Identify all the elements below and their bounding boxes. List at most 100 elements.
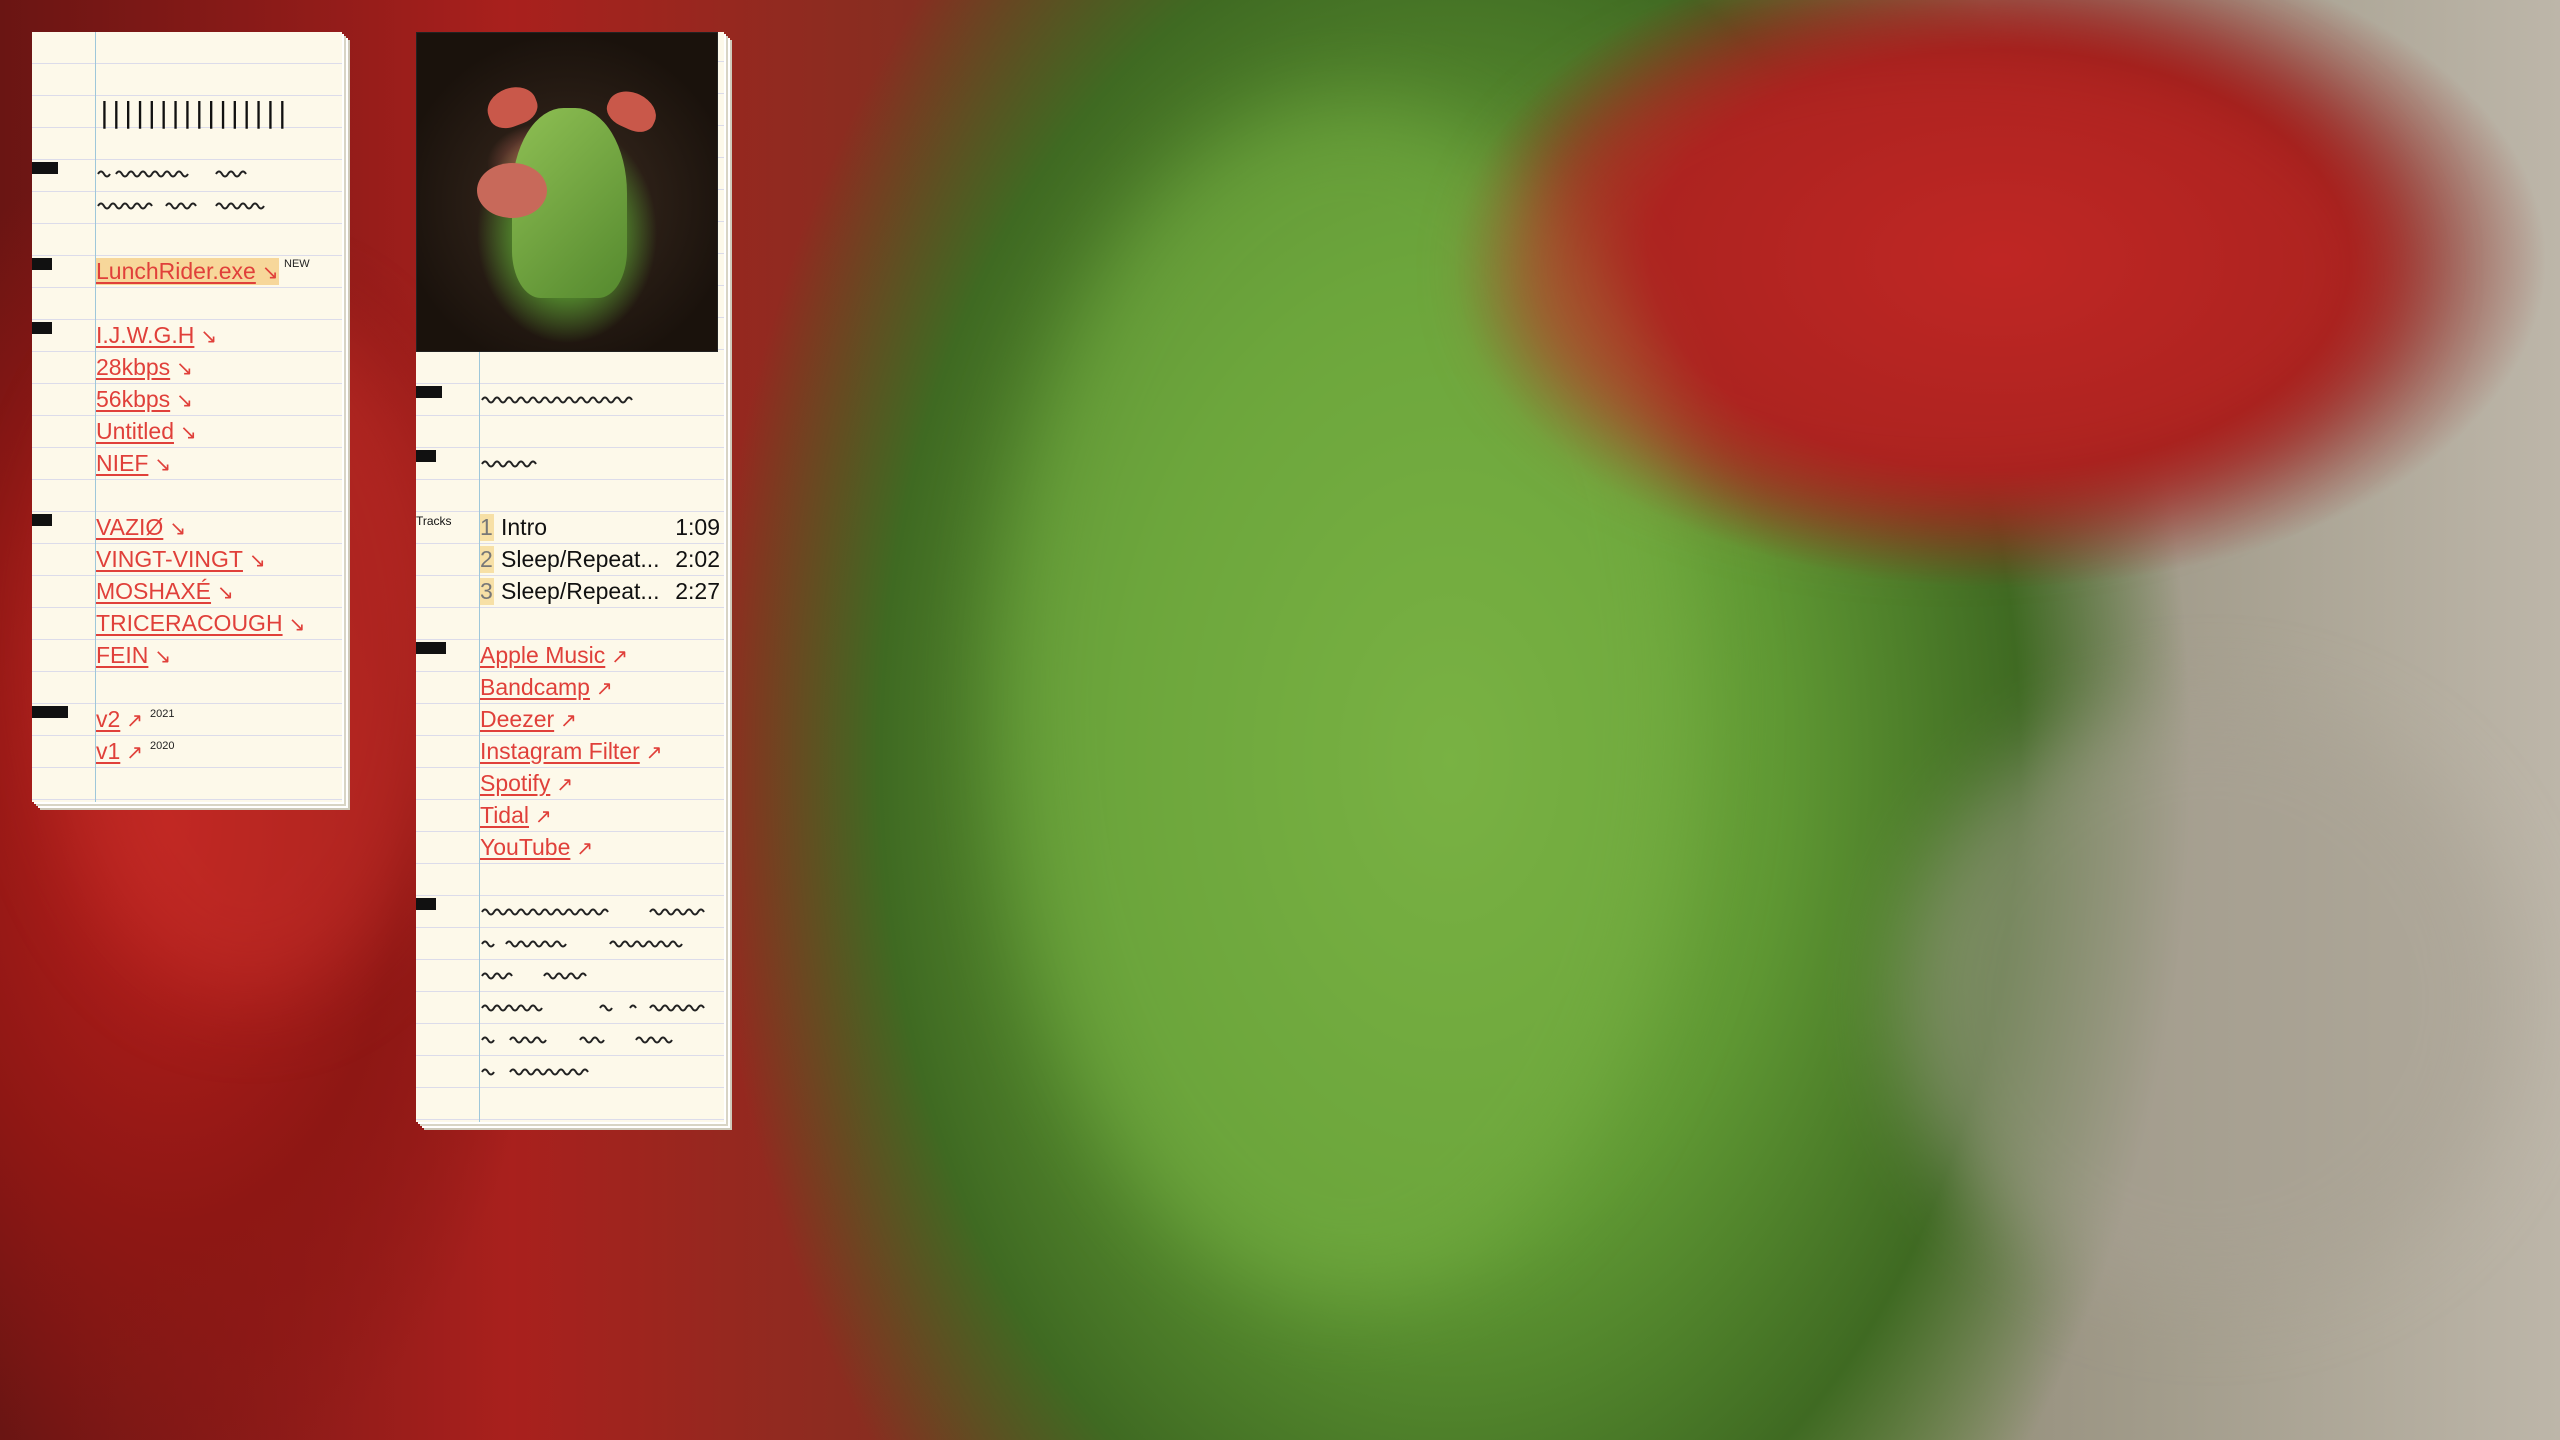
section-marker [416, 898, 436, 910]
link-tidal[interactable]: Tidal ↗ [480, 802, 552, 829]
link-ijwgh[interactable]: I.J.W.G.H ↘ [96, 322, 217, 349]
new-badge: NEW [284, 258, 310, 270]
scribble-text [480, 906, 710, 918]
link-spotify[interactable]: Spotify ↗ [480, 770, 573, 797]
scribble-text [480, 1034, 710, 1046]
arrow-up-right-icon: ↗ [126, 710, 144, 732]
scribble-text [480, 1066, 710, 1078]
link-28kbps[interactable]: 28kbps ↘ [96, 354, 193, 381]
scribble-text [480, 938, 710, 950]
link-bandcamp[interactable]: Bandcamp ↗ [480, 674, 613, 701]
link-youtube[interactable]: YouTube ↗ [480, 834, 593, 861]
link-apple-music[interactable]: Apple Music ↗ [480, 642, 628, 669]
section-marker [416, 386, 442, 398]
link-vingt-vingt[interactable]: VINGT-VINGT ↘ [96, 546, 266, 573]
link-label: Bandcamp [480, 674, 590, 700]
arrow-up-right-icon: ↗ [535, 806, 552, 828]
link-label: Tidal [480, 802, 529, 828]
link-label: v1 [96, 738, 121, 764]
arrow-down-right-icon: ↘ [288, 614, 306, 636]
background-blur-grey [1900, 700, 2520, 1300]
tracks-label: Tracks [416, 514, 452, 528]
arrow-down-right-icon: ↘ [176, 358, 193, 380]
year-label: 2021 [150, 708, 175, 720]
track-duration: 2:27 [675, 578, 720, 604]
link-nief[interactable]: NIEF ↘ [96, 450, 171, 477]
arrow-up-right-icon: ↗ [560, 710, 577, 732]
section-marker [416, 642, 446, 654]
scribble-text [96, 168, 326, 180]
arrow-up-right-icon: ↗ [556, 774, 574, 796]
background-blur-red-ear [1500, 20, 2400, 520]
releases-note: |||||||||||||||| LunchRider.exe ↘ NEW I.J… [32, 32, 342, 802]
header-glyph: |||||||||||||||| [96, 96, 291, 129]
album-note: Tracks 1 Intro 1:09 2 Sleep/Repeat... 2:… [416, 32, 724, 1122]
track-title: Intro [501, 514, 548, 540]
link-label: FEIN [96, 642, 149, 668]
section-marker [32, 706, 68, 718]
section-marker [32, 322, 52, 334]
scribble-text [480, 1002, 710, 1014]
arrow-up-right-icon: ↗ [126, 742, 144, 764]
link-label: VINGT-VINGT [96, 546, 243, 572]
arrow-up-right-icon: ↗ [645, 742, 663, 764]
track-duration: 2:02 [675, 546, 720, 572]
link-label: 56kbps [96, 386, 171, 412]
track-row[interactable]: 1 Intro 1:09 [480, 514, 720, 546]
link-deezer[interactable]: Deezer ↗ [480, 706, 577, 733]
link-label: LunchRider.exe [96, 258, 256, 284]
link-lunchrider[interactable]: LunchRider.exe ↘ [96, 258, 279, 285]
section-marker [32, 162, 58, 174]
link-label: Spotify [480, 770, 551, 796]
arrow-up-right-icon: ↗ [595, 678, 613, 700]
arrow-up-right-icon: ↗ [576, 838, 594, 860]
scribble-text [480, 458, 540, 470]
arrow-down-right-icon: ↘ [200, 326, 218, 348]
arrow-down-right-icon: ↘ [176, 390, 193, 412]
link-untitled[interactable]: Untitled ↘ [96, 418, 197, 445]
arrow-down-right-icon: ↘ [179, 422, 197, 444]
cover-ear-right [601, 84, 663, 138]
link-v1[interactable]: v1 ↗ [96, 738, 143, 765]
track-row[interactable]: 3 Sleep/Repeat... 2:27 [480, 578, 720, 610]
link-vazio[interactable]: VAZIØ ↘ [96, 514, 186, 541]
track-title: Sleep/Repeat... [501, 546, 660, 572]
year-label: 2020 [150, 740, 175, 752]
scribble-text [480, 970, 710, 982]
link-label: NIEF [96, 450, 149, 476]
arrow-down-right-icon: ↘ [261, 262, 279, 284]
arrow-down-right-icon: ↘ [154, 646, 172, 668]
scribble-text [480, 394, 640, 406]
link-label: I.J.W.G.H [96, 322, 195, 348]
link-56kbps[interactable]: 56kbps ↘ [96, 386, 193, 413]
section-marker [416, 450, 436, 462]
album-cover[interactable] [416, 32, 718, 352]
section-marker [32, 514, 52, 526]
link-instagram-filter[interactable]: Instagram Filter ↗ [480, 738, 663, 765]
link-label: v2 [96, 706, 121, 732]
arrow-up-right-icon: ↗ [611, 646, 629, 668]
arrow-down-right-icon: ↘ [217, 582, 234, 604]
track-number: 1 [480, 514, 494, 541]
arrow-down-right-icon: ↘ [169, 518, 187, 540]
link-label: Untitled [96, 418, 174, 444]
link-triceracough[interactable]: TRICERACOUGH ↘ [96, 610, 305, 637]
track-row[interactable]: 2 Sleep/Repeat... 2:02 [480, 546, 720, 578]
track-number: 2 [480, 546, 494, 573]
arrow-down-right-icon: ↘ [154, 454, 172, 476]
link-label: MOSHAXÉ [96, 578, 212, 604]
link-label: 28kbps [96, 354, 171, 380]
track-title: Sleep/Repeat... [501, 578, 660, 604]
cover-snout [477, 163, 547, 218]
link-label: YouTube [480, 834, 571, 860]
link-fein[interactable]: FEIN ↘ [96, 642, 171, 669]
link-label: Deezer [480, 706, 555, 732]
link-moshaxe[interactable]: MOSHAXÉ ↘ [96, 578, 234, 605]
link-label: TRICERACOUGH [96, 610, 283, 636]
link-label: Apple Music [480, 642, 606, 668]
section-marker [32, 258, 52, 270]
arrow-down-right-icon: ↘ [248, 550, 266, 572]
link-v2[interactable]: v2 ↗ [96, 706, 143, 733]
track-duration: 1:09 [675, 514, 720, 540]
link-label: VAZIØ [96, 514, 164, 540]
